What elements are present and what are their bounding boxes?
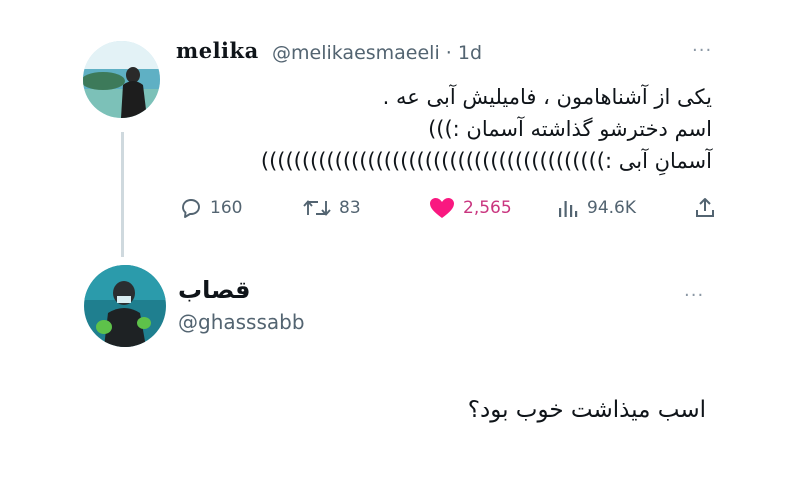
share-icon: [696, 198, 714, 217]
tweet-text-line: آسمانِ آبی :))))))))))))))))))))))))))))…: [260, 149, 712, 173]
more-options-icon[interactable]: ···: [684, 285, 704, 306]
handle[interactable]: @ghasssabb: [178, 310, 305, 334]
views-button[interactable]: 94.6K: [556, 196, 636, 220]
avatar[interactable]: [83, 41, 160, 118]
display-name[interactable]: قصاب: [178, 276, 251, 304]
tweet-text-line: اسم دخترشو گذاشته آسمان :))): [428, 117, 712, 141]
views-count: 94.6K: [587, 198, 636, 218]
reply-button[interactable]: 160: [179, 196, 242, 220]
heart-icon: [430, 198, 454, 218]
like-count: 2,565: [463, 198, 512, 218]
reply-count: 160: [210, 198, 243, 218]
retweet-count: 83: [339, 198, 361, 218]
retweet-button[interactable]: 83: [302, 196, 361, 220]
like-button[interactable]: 2,565: [428, 196, 512, 220]
handle-and-timestamp[interactable]: @melikaesmaeeli · 1d: [272, 42, 482, 64]
avatar[interactable]: [84, 265, 166, 347]
share-button[interactable]: [693, 196, 724, 220]
views-chart-icon: [559, 201, 578, 217]
reply-icon: [182, 199, 200, 218]
thread-line: [121, 132, 124, 257]
retweet-icon: [303, 200, 331, 216]
display-name[interactable]: melika: [176, 38, 259, 63]
tweet-text-line: یکی از آشناهامون ، فامیلیش آبی عه .: [382, 85, 712, 109]
more-options-icon[interactable]: ···: [692, 40, 712, 61]
reply-text: اسب میذاشت خوب بود؟: [467, 397, 706, 423]
